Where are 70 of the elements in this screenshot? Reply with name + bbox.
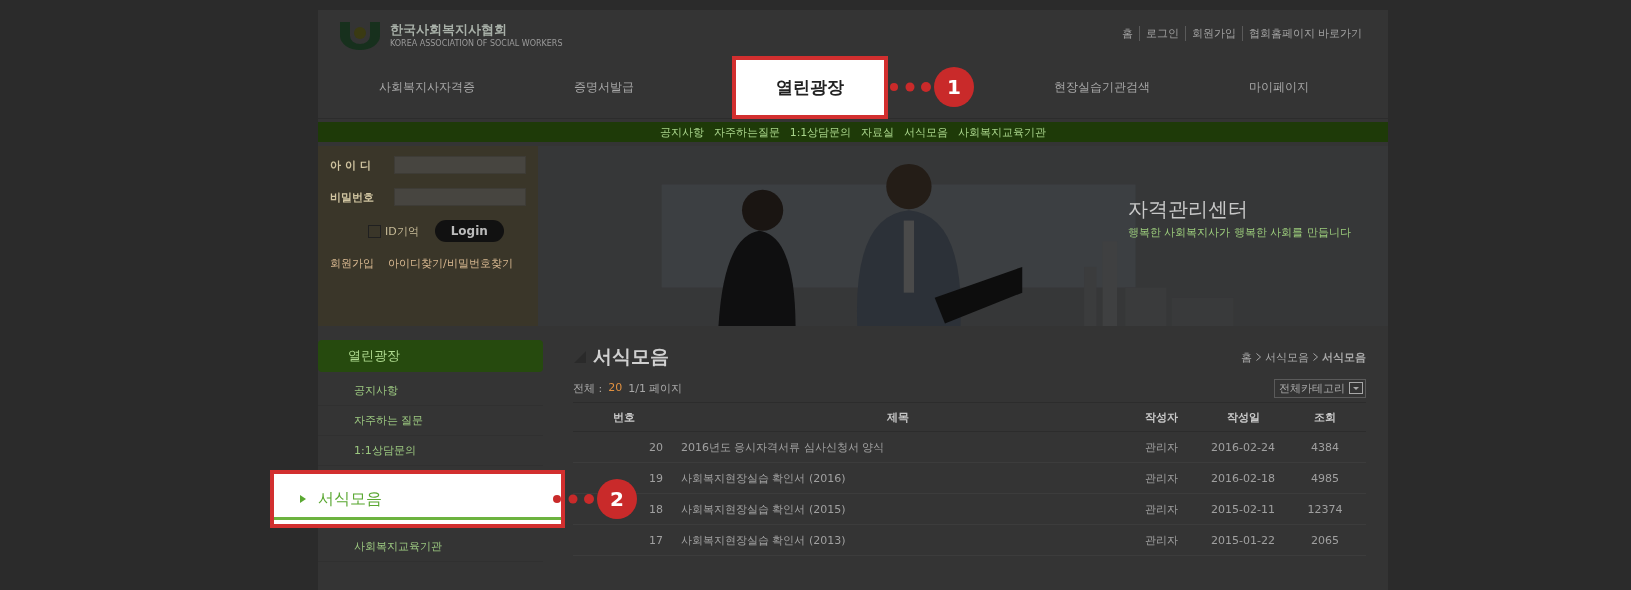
table-cell: 20 <box>573 431 675 463</box>
breadcrumb-link[interactable]: 서식모음 <box>1265 349 1309 365</box>
nav-tab[interactable]: 증명서발급 <box>570 72 639 102</box>
nav-tab[interactable]: 사회복지사자격증 <box>374 72 479 102</box>
header-link[interactable]: 회원가입 <box>1184 26 1242 41</box>
table-cell: 관리자 <box>1120 431 1202 463</box>
breadcrumb-link[interactable]: 서식모음 <box>1322 349 1366 365</box>
table-cell: 사회복지현장실습 확인서 (2016) <box>675 462 1120 494</box>
nav-tab[interactable]: 마이페이지 <box>1245 72 1314 102</box>
table-cell: 관리자 <box>1120 493 1202 525</box>
subnav-link[interactable]: 1:1상담문의 <box>789 124 852 140</box>
arrow-icon <box>300 495 306 503</box>
header-link[interactable]: 로그인 <box>1138 26 1185 41</box>
breadcrumb-link[interactable]: 홈 <box>1241 349 1252 365</box>
table-cell: 4985 <box>1284 462 1366 494</box>
header-link[interactable]: 홈 <box>1115 26 1139 41</box>
table-cell: 17 <box>573 524 675 556</box>
step-badge: 1 <box>934 67 974 107</box>
table-cell: 2015-02-11 <box>1202 493 1284 525</box>
table-cell: 12374 <box>1284 493 1366 525</box>
table-cell: 2015-01-22 <box>1202 524 1284 556</box>
login-button[interactable]: Login <box>434 220 504 242</box>
page-info: 1/1 페이지 <box>628 380 683 396</box>
table-cell: 관리자 <box>1120 524 1202 556</box>
nav-tab[interactable]: 열린광장 <box>732 55 888 119</box>
remember-label: ID기억 <box>385 223 419 239</box>
banner-subtitle: 행복한 사회복지사가 행복한 사회를 만듭니다 <box>1128 225 1351 240</box>
column-header: 조회 <box>1284 402 1366 432</box>
total-label: 전체 : <box>573 380 603 396</box>
leader-line <box>888 81 934 93</box>
account-link[interactable]: 아이디찾기/비밀번호찾기 <box>388 256 513 271</box>
logo-title: 한국사회복지사협회 <box>390 20 508 39</box>
sidebar-item[interactable]: 자주하는 질문 <box>318 406 543 436</box>
remember-checkbox[interactable] <box>368 224 381 238</box>
column-header: 작성일 <box>1202 402 1284 432</box>
id-label: 아 이 디 <box>330 157 372 173</box>
header-link[interactable]: 협회홈페이지 바로가기 <box>1241 26 1368 41</box>
subnav-link[interactable]: 공지사항 <box>659 124 704 140</box>
subnav-link[interactable]: 사회복지교육기관 <box>958 124 1047 140</box>
column-header: 제목 <box>675 402 1120 432</box>
table-cell: 관리자 <box>1120 462 1202 494</box>
total-count: 20 <box>608 380 623 396</box>
column-header: 번호 <box>573 402 675 432</box>
sidebar-item[interactable]: 사회복지교육기관 <box>318 532 543 562</box>
account-link[interactable]: 회원가입 <box>330 256 374 271</box>
nav-tab[interactable]: 현장실습기관검색 <box>1049 72 1154 102</box>
column-header: 작성자 <box>1120 402 1202 432</box>
subnav-link[interactable]: 서식모음 <box>904 124 949 140</box>
chevron-icon <box>1313 353 1318 361</box>
subnav-link[interactable]: 자주하는질문 <box>713 124 780 140</box>
table-cell: 사회복지현장실습 확인서 (2015) <box>675 493 1120 525</box>
chevron-icon <box>1256 353 1261 361</box>
sidebar-item[interactable]: 공지사항 <box>318 376 543 406</box>
table-cell: 사회복지현장실습 확인서 (2013) <box>675 524 1120 556</box>
table-cell: 2016-02-24 <box>1202 431 1284 463</box>
table-cell: 2016년도 응시자격서류 심사신청서 양식 <box>675 431 1120 463</box>
password-label: 비밀번호 <box>330 189 375 205</box>
sidebar-item[interactable]: 1:1상담문의 <box>318 436 543 466</box>
banner-title: 자격관리센터 <box>1128 196 1249 223</box>
table-cell: 2065 <box>1284 524 1366 556</box>
category-dropdown[interactable]: 전체카테고리 <box>1274 378 1366 398</box>
subnav-link[interactable]: 자료실 <box>861 124 895 140</box>
caret-icon <box>1349 382 1363 394</box>
table-cell: 2016-02-18 <box>1202 462 1284 494</box>
logo-subtitle: KOREA ASSOCIATION OF SOCIAL WORKERS <box>390 38 563 48</box>
step-badge: 2 <box>597 479 637 519</box>
leader-line <box>551 493 597 505</box>
page-title: 서식모음 <box>593 344 669 369</box>
table-cell: 4384 <box>1284 431 1366 463</box>
sidebar-title: 열린광장 <box>318 340 543 372</box>
